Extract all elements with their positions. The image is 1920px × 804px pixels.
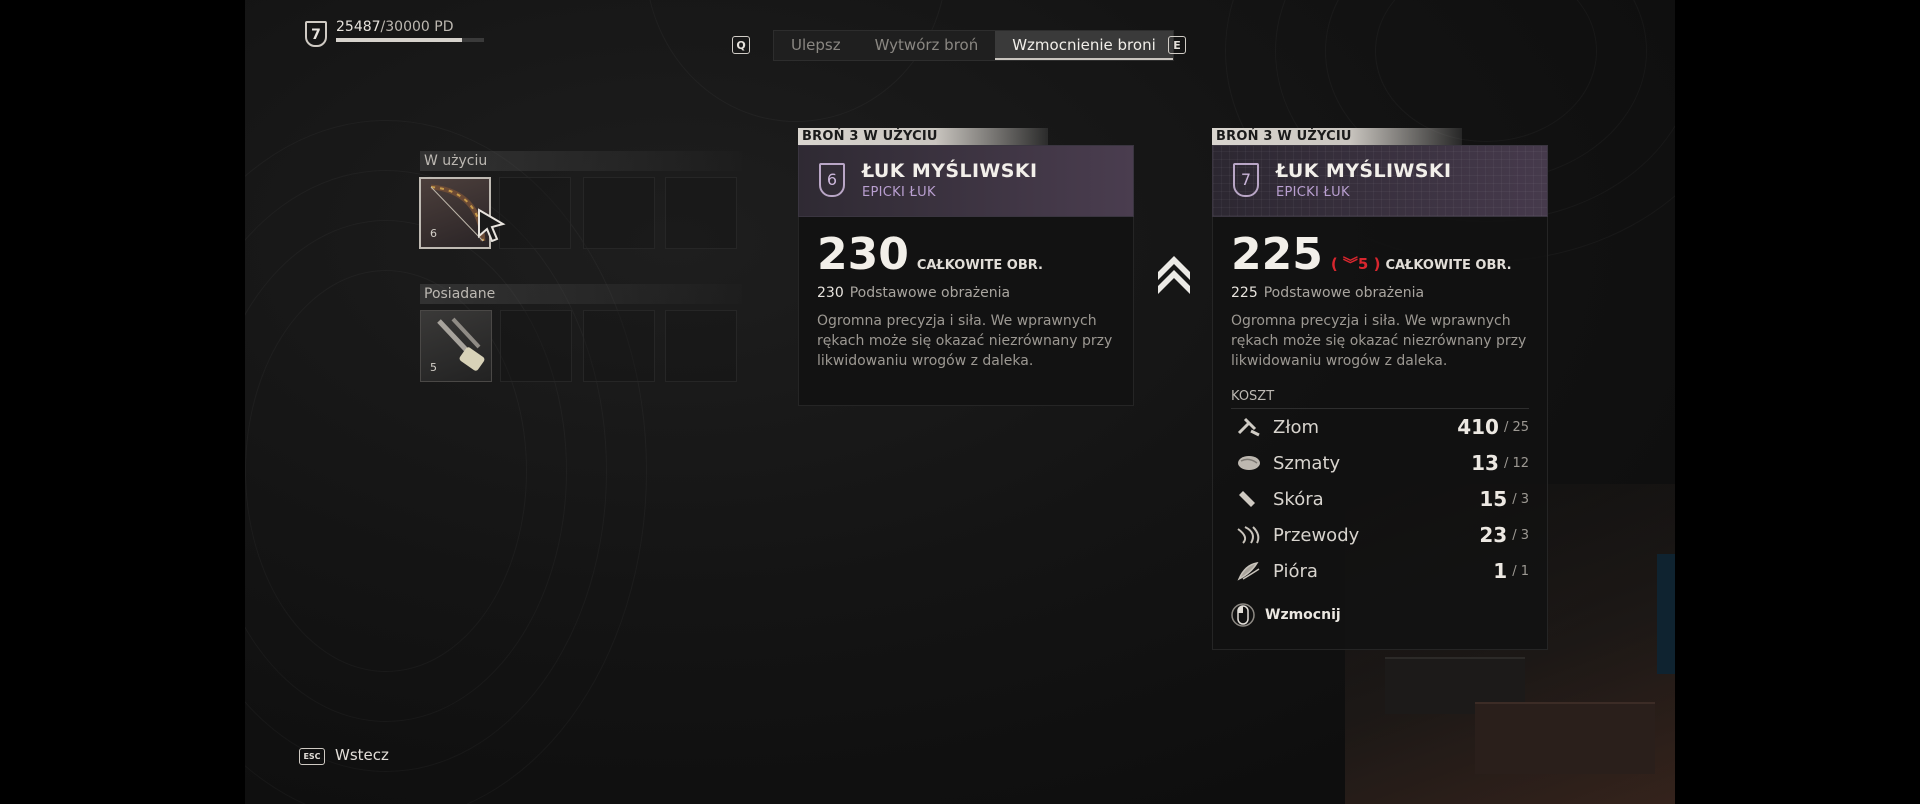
pointer-cursor-icon [478,208,506,242]
weapon-stats: 230 CAŁKOWITE OBR. 230 Podstawowe obrażen… [798,217,1134,406]
resource-required: / 1 [1512,563,1529,579]
rags-icon [1238,456,1260,470]
xp-readout: 25487/30000 PD [336,19,453,35]
base-damage-label: Podstawowe obrażenia [1263,285,1425,301]
xp-max: /30000 PD [380,19,454,35]
weapon-level-badge: 7 [1233,163,1259,197]
esc-key[interactable]: ESC [299,748,325,765]
cost-row-feathers: Pióra 1 / 1 [1231,553,1529,589]
weapon-slot-tag: BROŃ 3 W UŻYCIU [1212,128,1462,145]
resource-required: / 12 [1503,455,1529,471]
enhance-action[interactable]: Wzmocnij [1231,601,1529,629]
scrap-icon [1237,417,1260,437]
resource-name: Pióra [1273,560,1318,582]
resource-name: Szmaty [1273,452,1341,474]
weapon-slot-tag: BROŃ 3 W UŻYCIU [798,128,1048,145]
resource-owned: 13 [1471,451,1499,475]
base-damage-label: Podstawowe obrażenia [849,285,1011,301]
weapon-header: 6 ŁUK MYŚLIWSKI EPICKI ŁUK [798,145,1134,217]
cost-row-leather: Skóra 15 / 3 [1231,481,1529,517]
leather-icon [1239,491,1255,507]
xp-progress-bar [336,38,484,42]
player-level-badge: 7 [305,21,327,47]
tab-weapon-enhancement[interactable]: Wzmocnienie broni [995,31,1173,60]
owned-slot-2[interactable] [500,310,572,382]
resource-owned: 1 [1493,559,1508,583]
tab-upgrade[interactable]: Ulepsz [774,31,858,60]
slot-level: 5 [430,361,437,374]
resource-name: Przewody [1273,524,1360,546]
weapon-level-badge: 6 [819,163,845,197]
weapon-rarity: EPICKI ŁUK [1276,185,1350,200]
xp-current: 25487 [336,19,381,35]
prev-tab-key[interactable]: Q [732,36,750,54]
resource-name: Złom [1273,416,1319,438]
equipped-section-label: W użyciu [420,151,742,171]
resource-owned: 23 [1479,523,1508,547]
resource-required: / 3 [1512,491,1529,507]
tab-bar: Ulepsz Wytwórz broń Wzmocnienie broni [773,30,1174,61]
xp-progress-fill [336,38,462,42]
total-damage-value: 225 [1231,229,1323,280]
upgraded-weapon-card: BROŃ 3 W UŻYCIU 7 ŁUK MYŚLIWSKI EPICKI Ł… [1212,128,1548,650]
owned-slot-3[interactable] [583,310,655,382]
back-button[interactable]: Wstecz [335,746,389,764]
tab-craft-weapon[interactable]: Wytwórz broń [858,31,996,60]
equipped-slot-4[interactable] [665,177,737,249]
mouse-click-icon [1231,603,1255,627]
feathers-icon [1237,561,1260,581]
owned-section-label: Posiadane [420,284,742,304]
enhance-button-label[interactable]: Wzmocnij [1265,607,1341,623]
resource-required: / 3 [1512,527,1529,543]
damage-change: ( ︾5 ) [1330,255,1381,273]
upgrade-arrow-icon [1158,256,1190,294]
weapon-name: ŁUK MYŚLIWSKI [1276,160,1452,182]
cost-row-rags: Szmaty 13 / 12 [1231,445,1529,481]
resource-required: / 25 [1503,419,1529,435]
slot-level: 6 [430,227,437,240]
resource-owned: 15 [1479,487,1508,511]
cost-row-scrap: Złom 410 / 25 [1231,409,1529,445]
cost-row-wires: Przewody 23 / 3 [1231,517,1529,553]
base-damage: 230 Podstawowe obrażenia [817,285,1115,301]
current-weapon-card: BROŃ 3 W UŻYCIU 6 ŁUK MYŚLIWSKI EPICKI Ł… [798,128,1134,406]
weapon-header: 7 ŁUK MYŚLIWSKI EPICKI ŁUK [1212,145,1548,217]
base-damage-value: 230 [817,285,844,301]
weapon-description: Ogromna precyzja i siła. We wprawnych rę… [1231,313,1527,369]
equipped-slot-3[interactable] [583,177,655,249]
resource-owned: 410 [1457,415,1499,439]
owned-slot-1[interactable]: 5 [420,310,492,382]
weapon-rarity: EPICKI ŁUK [862,185,936,200]
owned-slot-4[interactable] [665,310,737,382]
base-damage: 225 Podstawowe obrażenia [1231,285,1529,301]
total-damage-value: 230 [817,229,909,280]
weapon-stats: 225 ( ︾5 ) CAŁKOWITE OBR. 225 Podstawowe … [1212,217,1548,650]
base-damage-value: 225 [1231,285,1258,301]
cost-title: KOSZT [1231,389,1529,409]
wires-icon [1237,526,1260,544]
equipped-slot-2[interactable] [499,177,571,249]
resource-name: Skóra [1273,488,1324,510]
weapon-name: ŁUK MYŚLIWSKI [862,160,1038,182]
total-damage-label: CAŁKOWITE OBR. [1385,258,1512,273]
total-damage-label: CAŁKOWITE OBR. [916,258,1043,273]
weapon-description: Ogromna precyzja i siła. We wprawnych rę… [817,313,1113,369]
next-tab-key[interactable]: E [1168,36,1186,54]
